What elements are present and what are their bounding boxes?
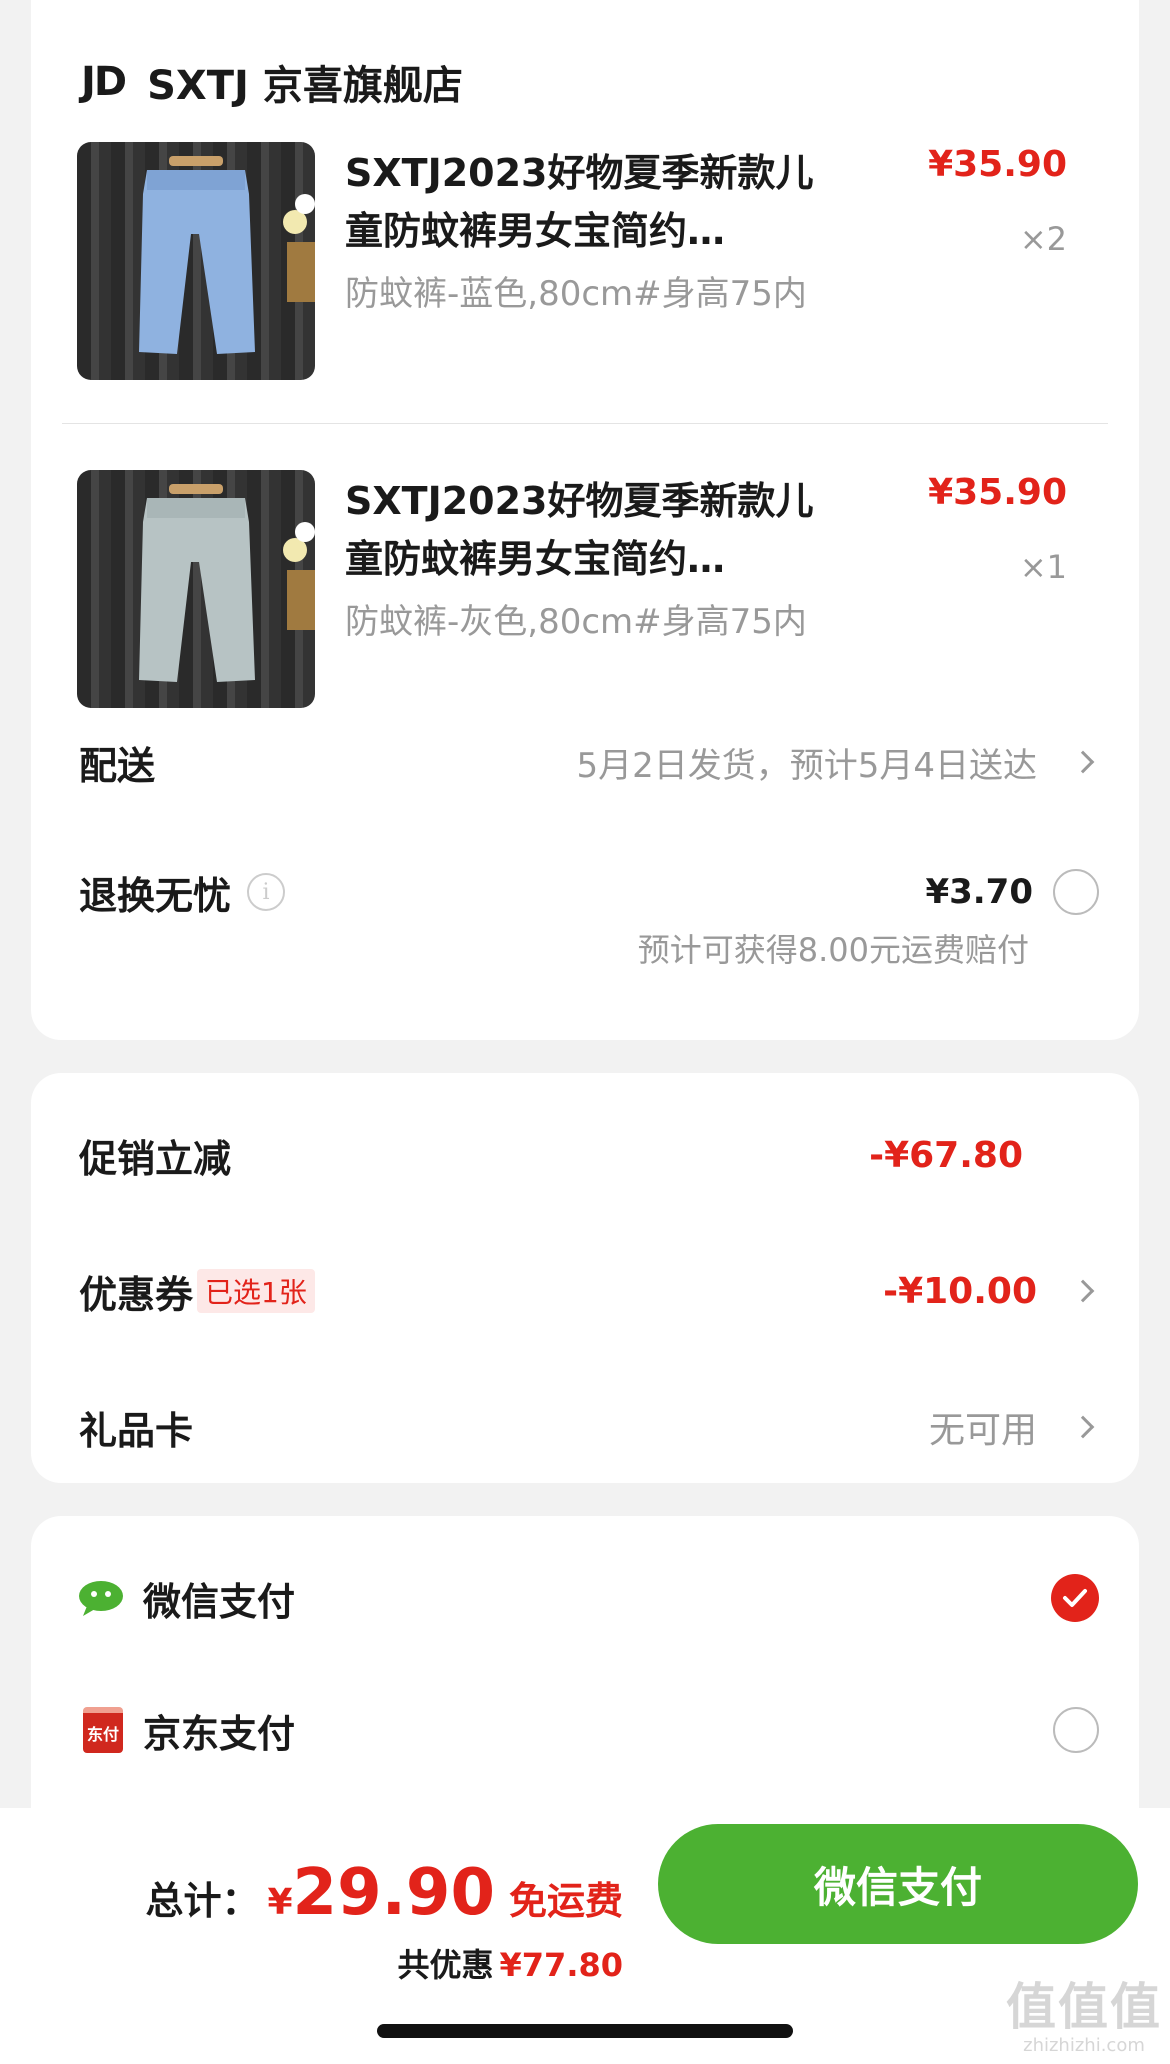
delivery-label: 配送 (79, 743, 156, 788)
product-quantity: ×2 (1019, 220, 1067, 258)
watermark: 值值值 zhizhizhi.com (1006, 1978, 1162, 2056)
pay-button[interactable]: 微信支付 (658, 1824, 1138, 1944)
coupon-row[interactable]: 优惠券 已选1张 -¥10.00 (79, 1261, 1099, 1321)
product-item[interactable]: SXTJ2023好物夏季新款儿童防蚊裤男女宝简约… 防蚊裤-蓝色,80cm#身高… (77, 142, 1093, 382)
return-insurance-price: ¥3.70 (925, 872, 1033, 912)
jd-logo: JD (81, 59, 127, 105)
total-line: 总计： ¥ 29.90 免运费 (145, 1856, 623, 1930)
product-title: SXTJ2023好物夏季新款儿童防蚊裤男女宝简约… (345, 151, 814, 253)
saved-line: 共优惠 ¥77.80 (398, 1940, 624, 1986)
wechat-icon (79, 1574, 127, 1622)
jd-pay-label: 京东支付 (143, 1711, 296, 1756)
checkout-bar: 总计： ¥ 29.90 免运费 共优惠 ¥77.80 微信支付 值值值 zhizh… (0, 1808, 1170, 2064)
product-spec: 防蚊裤-蓝色,80cm#身高75内 (345, 274, 807, 314)
store-name: SXTJ 京喜旗舰店 (147, 63, 463, 109)
product-quantity: ×1 (1019, 548, 1067, 586)
gift-card-value: 无可用 (928, 1410, 1037, 1451)
product-image (77, 142, 315, 380)
promo-value: -¥67.80 (869, 1134, 1023, 1176)
gift-card-row[interactable]: 礼品卡 无可用 (79, 1397, 1099, 1457)
discount-card: 促销立减 -¥67.80 优惠券 已选1张 -¥10.00 礼品卡 无可用 (31, 1073, 1139, 1483)
payment-option-jdpay[interactable]: 东付 京东支付 (79, 1700, 1099, 1760)
delivery-value: 5月2日发货，预计5月4日送达 (576, 745, 1037, 786)
chevron-right-icon (1071, 1415, 1095, 1439)
store-header[interactable]: JD SXTJ 京喜旗舰店 (81, 52, 463, 112)
saved-label: 共优惠 (397, 1946, 494, 1984)
chevron-right-icon (1071, 750, 1095, 774)
return-insurance-row[interactable]: 退换无忧 i ¥3.70 (79, 862, 1099, 922)
total-label: 总计： (145, 1879, 260, 1923)
jd-pay-icon: 东付 (79, 1706, 127, 1754)
coupon-badge: 已选1张 (197, 1269, 315, 1313)
product-image (77, 470, 315, 708)
chevron-right-icon (1071, 1279, 1095, 1303)
promo-row: 促销立减 -¥67.80 (79, 1125, 1099, 1185)
return-insurance-label: 退换无忧 (79, 873, 232, 918)
total-currency: ¥ (267, 1882, 293, 1923)
divider (62, 423, 1108, 424)
order-items-card: JD SXTJ 京喜旗舰店 SXTJ2023好物夏季新款儿童防蚊裤男女宝简约… … (31, 0, 1139, 1040)
jd-pay-radio[interactable] (1053, 1707, 1099, 1753)
product-spec: 防蚊裤-灰色,80cm#身高75内 (345, 602, 807, 642)
checkmark-icon[interactable] (1051, 1574, 1099, 1622)
return-insurance-note: 预计可获得8.00元运费赔付 (637, 931, 1029, 969)
free-shipping-label: 免运费 (508, 1879, 623, 1923)
product-title: SXTJ2023好物夏季新款儿童防蚊裤男女宝简约… (345, 479, 814, 581)
product-price: ¥35.90 (928, 144, 1067, 185)
payment-option-wechat[interactable]: 微信支付 (79, 1568, 1099, 1628)
return-insurance-checkbox[interactable] (1053, 869, 1099, 915)
product-price: ¥35.90 (928, 472, 1067, 513)
info-icon[interactable]: i (247, 873, 286, 911)
coupon-label: 优惠券 (79, 1272, 194, 1317)
gift-card-label: 礼品卡 (79, 1408, 194, 1453)
wechat-pay-label: 微信支付 (143, 1579, 296, 1624)
delivery-row[interactable]: 配送 5月2日发货，预计5月4日送达 (79, 732, 1099, 792)
promo-label: 促销立减 (79, 1136, 232, 1181)
coupon-value: -¥10.00 (883, 1270, 1037, 1312)
total-amount: 29.90 (292, 1856, 495, 1930)
product-item[interactable]: SXTJ2023好物夏季新款儿童防蚊裤男女宝简约… 防蚊裤-灰色,80cm#身高… (77, 470, 1093, 710)
saved-value: ¥77.80 (499, 1946, 623, 1984)
home-indicator[interactable] (377, 2024, 793, 2038)
